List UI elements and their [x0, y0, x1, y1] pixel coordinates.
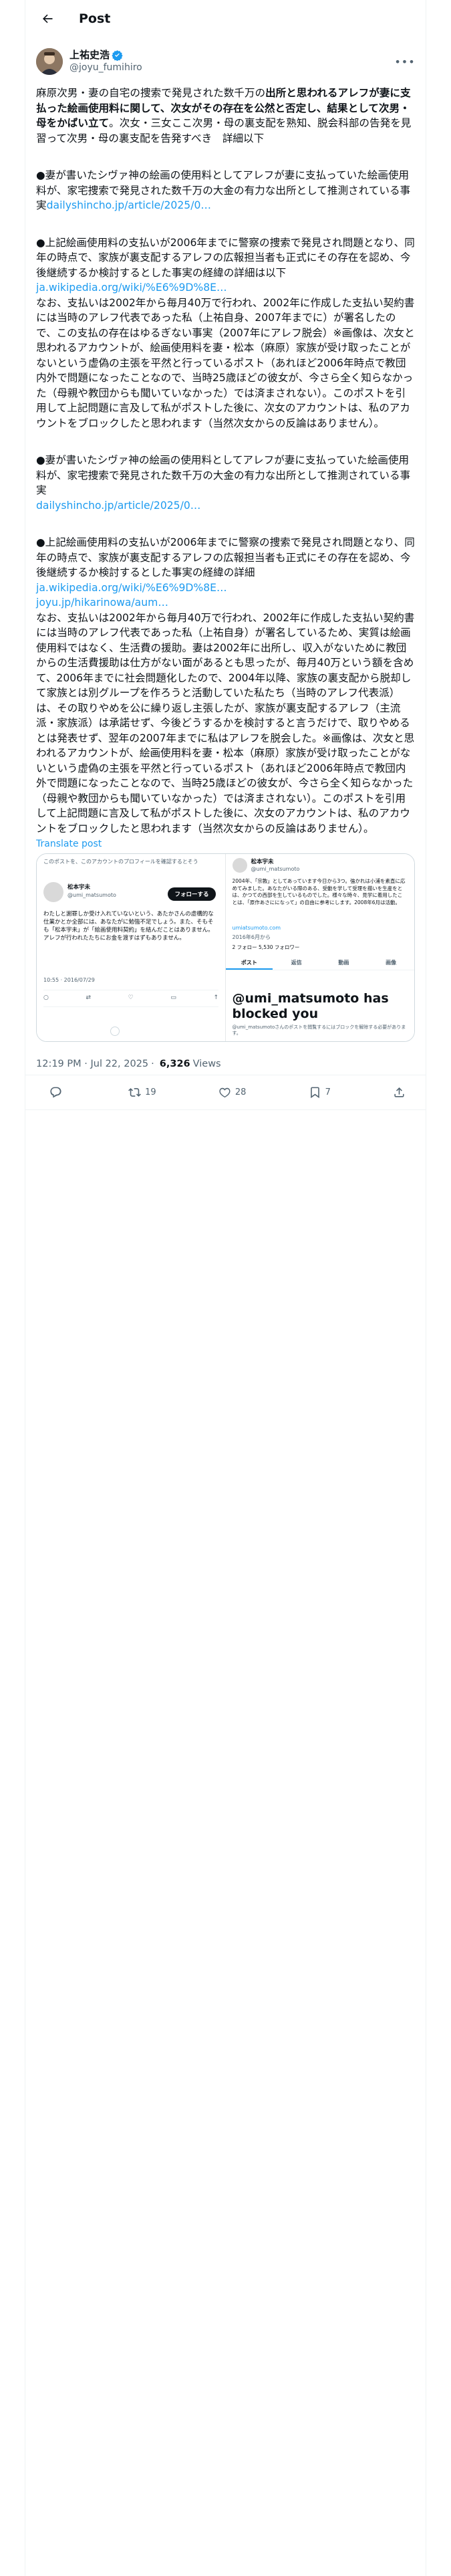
author-handle[interactable]: @joyu_fumihiro — [69, 62, 395, 74]
right-joined: 2016年6月から — [232, 934, 271, 940]
views-count: 6,326 — [159, 1058, 190, 1069]
repost-button[interactable]: 19 — [128, 1086, 156, 1099]
post-paragraph-4: なお、支払いは2002年から毎月40万で行われ、2002年に作成した支払い契約書… — [36, 296, 415, 431]
post-paragraph-3-links: ja.wikipedia.org/wiki/%E6%9D%8E… — [36, 280, 415, 296]
repost-count: 19 — [145, 1087, 156, 1097]
right-handle: @umi_matsumoto — [251, 866, 300, 872]
more-options-button[interactable]: ••• — [394, 51, 416, 72]
right-tab-posts: ポスト — [225, 956, 273, 970]
left-avatar — [43, 882, 63, 902]
arrow-left-icon — [43, 14, 53, 23]
author-name[interactable]: 上祐史浩 — [69, 49, 110, 62]
para6-link-wikipedia[interactable]: ja.wikipedia.org/wiki/%E6%9D%8E… — [36, 582, 227, 594]
post-page: Post 上祐史浩 @joyu_fumihiro ••• 麻原次男・妻の自宅の捜… — [0, 0, 451, 2576]
right-profile-tabs: ポスト 返信 動画 画像 — [225, 956, 414, 970]
author-info: 上祐史浩 @joyu_fumihiro — [69, 49, 395, 74]
left-handle: @umi_matsumoto — [67, 892, 116, 898]
post-meta: 12:19 PM · Jul 22, 2025 · 6,326 Views — [25, 1042, 426, 1075]
bookmark-count: 7 — [325, 1087, 331, 1097]
intro-text-a: 麻原次男・妻の自宅の捜索で発見された数千万の — [36, 87, 266, 99]
author-name-row: 上祐史浩 — [69, 49, 395, 62]
heart-icon — [219, 1087, 231, 1098]
post-paragraph-3: ●上記絵画使用料の支払いが2006年までに警察の捜索で発見され問題となり、同年の… — [36, 235, 415, 281]
blocked-subtitle: @umi_matsumotoさんのポストを閲覧するにはブロックを解除する必要があ… — [232, 1025, 406, 1036]
avatar-image — [36, 48, 63, 75]
meta-separator: · — [151, 1058, 154, 1069]
reply-button[interactable] — [49, 1086, 66, 1099]
post-paragraph-6: ●上記絵画使用料の支払いが2006年までに警察の捜索で発見され問題となり、同年の… — [36, 535, 415, 580]
page-title: Post — [79, 11, 111, 26]
attached-images: このポストを、このアカウントのプロフィールを確認するとそう 松本宇未 @umi_… — [36, 853, 415, 1042]
para7-text: なお、支払いは2002年から毎月40万で行われ、2002年に作成した支払い契約書… — [36, 611, 415, 835]
right-name: 松本宇未 — [251, 859, 274, 865]
para3-link-wikipedia[interactable]: ja.wikipedia.org/wiki/%E6%9D%8E… — [36, 282, 227, 294]
left-name: 松本宇未 — [67, 884, 91, 891]
post-paragraph-5-link: dailyshincho.jp/article/2025/0… — [36, 498, 415, 514]
back-button[interactable] — [36, 7, 59, 30]
right-avatar — [232, 858, 247, 873]
like-button[interactable]: 28 — [218, 1086, 247, 1099]
avatar[interactable] — [36, 48, 63, 75]
more-icon: ••• — [394, 55, 416, 68]
translate-post-link[interactable]: Translate post — [25, 836, 426, 853]
image-right-screenshot[interactable]: 松本宇未 @umi_matsumoto 2004年、「宗教」としてあっています今… — [225, 854, 414, 1041]
left-body: わたしと謝罪しか受け入れていないという、あたかさんの虚構的な仕業かとか全部には、… — [43, 911, 214, 942]
post-timestamp[interactable]: 12:19 PM · Jul 22, 2025 — [36, 1059, 148, 1069]
left-repost-icon: ⇄ — [86, 994, 92, 1001]
author-row: 上祐史浩 @joyu_fumihiro ••• — [25, 37, 426, 79]
post-paragraph-6-link2: joyu.jp/hikarinowa/aum… — [36, 595, 415, 611]
post-paragraph-6-link1: ja.wikipedia.org/wiki/%E6%9D%8E… — [36, 580, 415, 596]
para6-link-joyu[interactable]: joyu.jp/hikarinowa/aum… — [36, 597, 168, 609]
left-loading-icon — [110, 1027, 120, 1036]
right-follow-counts: 2 フォロー 5,530 フォロワー — [232, 944, 300, 950]
left-follow-button: フォローする — [168, 887, 216, 901]
views-label: Views — [192, 1058, 221, 1069]
para4-text: なお、支払いは2002年から毎月40万で行われ、2002年に作成した支払い契約書… — [36, 296, 415, 429]
action-bar: 19 28 7 — [25, 1075, 426, 1110]
right-tab-replies: 返信 — [291, 960, 302, 966]
share-icon — [394, 1087, 404, 1097]
reply-icon — [50, 1087, 61, 1098]
post-paragraph-5: ●妻が書いたシヴァ神の絵画の使用料としてアレフが妻に支払っていた絵画使用料が、家… — [36, 453, 415, 498]
para6-text: ●上記絵画使用料の支払いが2006年までに警察の捜索で発見され問題となり、同年の… — [36, 536, 415, 578]
main-column: Post 上祐史浩 @joyu_fumihiro ••• 麻原次男・妻の自宅の捜… — [25, 0, 426, 1110]
right-link: umiatsumoto.com — [232, 925, 281, 931]
left-top-text: このポストを、このアカウントのプロフィールを確認するとそう — [43, 859, 198, 865]
post-paragraph-intro: 麻原次男・妻の自宅の捜索で発見された数千万の出所と思われるアレフが妻に支払った絵… — [36, 86, 415, 146]
blocked-title: @umi_matsumoto has blocked you — [232, 991, 389, 1021]
left-bookmark-icon: ▭ — [170, 994, 176, 1001]
share-button[interactable] — [393, 1086, 406, 1099]
right-tab-images: 画像 — [386, 960, 397, 966]
image-left-screenshot[interactable]: このポストを、このアカウントのプロフィールを確認するとそう 松本宇未 @umi_… — [37, 854, 226, 1041]
like-count: 28 — [235, 1087, 247, 1097]
post-paragraph-2: ●妻が書いたシヴァ神の絵画の使用料としてアレフが妻に支払っていた絵画使用料が、家… — [36, 168, 415, 213]
left-action-row: ○ ⇄ ♡ ▭ ↑ — [43, 994, 218, 1001]
repost-icon — [128, 1088, 142, 1097]
para2-link[interactable]: dailyshincho.jp/article/2025/0… — [47, 199, 211, 211]
left-time: 10:55 · 2016/07/29 — [43, 977, 95, 983]
post-body: 麻原次男・妻の自宅の捜索で発見された数千万の出所と思われるアレフが妻に支払った絵… — [25, 79, 426, 836]
bookmark-icon — [310, 1087, 319, 1099]
left-like-icon: ♡ — [128, 994, 134, 1001]
verified-badge-icon — [112, 50, 123, 61]
para5-link[interactable]: dailyshincho.jp/article/2025/0… — [36, 500, 200, 512]
top-bar: Post — [25, 0, 426, 37]
para3-text: ●上記絵画使用料の支払いが2006年までに警察の捜索で発見され問題となり、同年の… — [36, 236, 415, 279]
post-paragraph-7: なお、支払いは2002年から毎月40万で行われ、2002年に作成した支払い契約書… — [36, 611, 415, 837]
right-tab-videos: 動画 — [338, 960, 349, 966]
left-share-icon: ↑ — [213, 994, 218, 1001]
right-bio: 2004年、「宗教」としてあっています今日から3つ。強かれは小浦を素直に応めてみ… — [232, 878, 406, 905]
left-reply-icon: ○ — [43, 994, 49, 1001]
para5-text: ●妻が書いたシヴァ神の絵画の使用料としてアレフが妻に支払っていた絵画使用料が、家… — [36, 454, 411, 496]
bookmark-button[interactable]: 7 — [309, 1086, 331, 1099]
